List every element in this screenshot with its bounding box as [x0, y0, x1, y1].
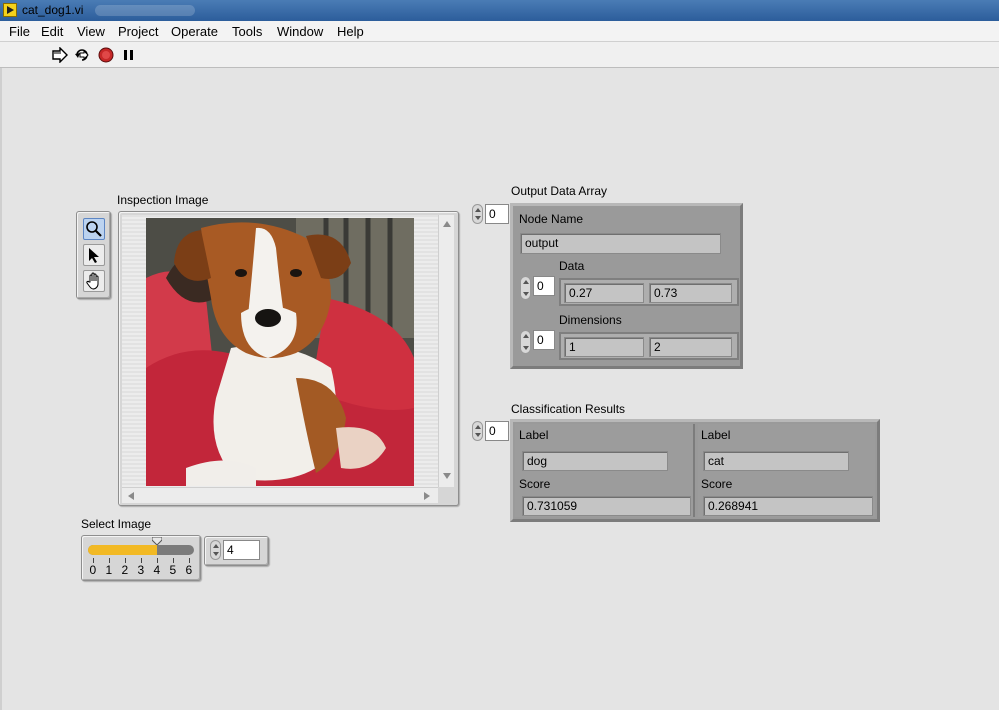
dimension-value-0: 1: [564, 337, 644, 357]
menu-bar: File Edit View Project Operate Tools Win…: [0, 21, 999, 42]
toolbar: [0, 42, 999, 68]
slider-tick-mark: [109, 558, 110, 563]
classification-results-label: Classification Results: [511, 402, 626, 416]
slider-tick-mark: [93, 558, 94, 563]
slider-tick-label: 4: [153, 563, 161, 577]
scroll-left-icon[interactable]: [128, 492, 134, 500]
output-data-cluster: Node Name output Data 0 0.27 0.73 Dimens…: [510, 203, 743, 369]
run-arrow-icon[interactable]: [52, 47, 68, 63]
inspection-image-display: [118, 211, 459, 506]
output-data-array-label: Output Data Array: [511, 184, 608, 198]
blurred-title-region: [95, 5, 195, 16]
result-score-value: 0.731059: [522, 496, 691, 516]
run-continuously-icon[interactable]: [74, 47, 90, 63]
scroll-down-icon[interactable]: [443, 473, 451, 479]
menu-project[interactable]: Project: [118, 24, 158, 39]
node-name-caption: Node Name: [519, 212, 584, 226]
slider-tick-mark: [189, 558, 190, 563]
menu-window[interactable]: Window: [277, 24, 323, 39]
slider-tick-label: 5: [169, 563, 177, 577]
select-image-label: Select Image: [81, 517, 152, 531]
slider-tick-label: 2: [121, 563, 129, 577]
result-score-caption: Score: [701, 477, 733, 491]
scroll-up-icon[interactable]: [443, 221, 451, 227]
pan-tool-button[interactable]: [83, 270, 105, 292]
classification-results-array: Label dog Score 0.731059 Label cat Score…: [510, 419, 880, 522]
data-caption: Data: [559, 259, 585, 273]
zoom-icon: [86, 221, 102, 237]
inspection-image-label: Inspection Image: [117, 193, 209, 207]
data-value-0: 0.27: [564, 283, 644, 303]
zoom-tool-button[interactable]: [83, 218, 105, 240]
menu-edit[interactable]: Edit: [41, 24, 63, 39]
pause-icon[interactable]: [121, 47, 137, 63]
image-canvas[interactable]: [122, 215, 438, 487]
slider-tick-mark: [157, 558, 158, 563]
select-image-numeric[interactable]: 4: [204, 536, 269, 566]
increment-decrement-icon[interactable]: [520, 276, 531, 300]
data-array-frame: 0.27 0.73: [559, 278, 739, 306]
select-image-value[interactable]: 4: [223, 540, 260, 560]
slider-tick-mark: [173, 558, 174, 563]
select-arrow-icon: [89, 248, 99, 263]
slider-tick-mark: [125, 558, 126, 563]
window-titlebar: cat_dog1.vi: [0, 0, 999, 21]
increment-decrement-icon[interactable]: [520, 330, 531, 354]
select-image-slider[interactable]: 0 1 2 3 4 5 6: [81, 535, 201, 581]
dimensions-index-value[interactable]: 0: [533, 330, 555, 350]
slider-tick-label: 3: [137, 563, 145, 577]
pan-hand-icon: [86, 272, 99, 290]
menu-file[interactable]: File: [9, 24, 30, 39]
classification-result-0: Label dog Score 0.731059: [515, 424, 695, 517]
increment-decrement-icon[interactable]: [472, 204, 483, 224]
data-index-value[interactable]: 0: [533, 276, 555, 296]
image-vertical-scrollbar[interactable]: [438, 215, 454, 487]
slider-fill: [88, 545, 157, 555]
classification-index-value[interactable]: 0: [485, 421, 509, 441]
menu-view[interactable]: View: [77, 24, 105, 39]
increment-decrement-icon[interactable]: [210, 540, 221, 560]
node-name-field: output: [520, 233, 721, 254]
window-title: cat_dog1.vi: [22, 3, 84, 17]
slider-tick-label: 6: [185, 563, 193, 577]
select-tool-button[interactable]: [83, 244, 105, 266]
slider-track[interactable]: [88, 545, 194, 555]
abort-execution-icon[interactable]: [98, 47, 114, 63]
menu-tools[interactable]: Tools: [232, 24, 262, 39]
result-label-value: cat: [703, 451, 849, 471]
slider-tick-mark: [141, 558, 142, 563]
classification-result-1: Label cat Score 0.268941: [698, 424, 875, 517]
result-score-caption: Score: [519, 477, 551, 491]
result-label-caption: Label: [519, 428, 549, 442]
menu-help[interactable]: Help: [337, 24, 364, 39]
image-tools-palette: [76, 211, 111, 299]
image-horizontal-scrollbar[interactable]: [122, 487, 438, 503]
slider-tick-label: 0: [89, 563, 97, 577]
result-label-caption: Label: [701, 428, 731, 442]
dog-photo: [146, 218, 414, 486]
data-value-1: 0.73: [649, 283, 732, 303]
result-score-value: 0.268941: [703, 496, 873, 516]
increment-decrement-icon[interactable]: [472, 421, 483, 441]
vi-icon: [3, 3, 17, 17]
scroll-right-icon[interactable]: [424, 492, 430, 500]
slider-scale: 0 1 2 3 4 5 6: [88, 558, 194, 578]
output-array-index-value[interactable]: 0: [485, 204, 509, 224]
menu-operate[interactable]: Operate: [171, 24, 218, 39]
dimensions-array-frame: 1 2: [559, 332, 739, 360]
dimensions-caption: Dimensions: [559, 313, 622, 327]
slider-tick-label: 1: [105, 563, 113, 577]
dimension-value-1: 2: [649, 337, 732, 357]
slider-knob-icon[interactable]: [152, 537, 162, 545]
result-label-value: dog: [522, 451, 668, 471]
